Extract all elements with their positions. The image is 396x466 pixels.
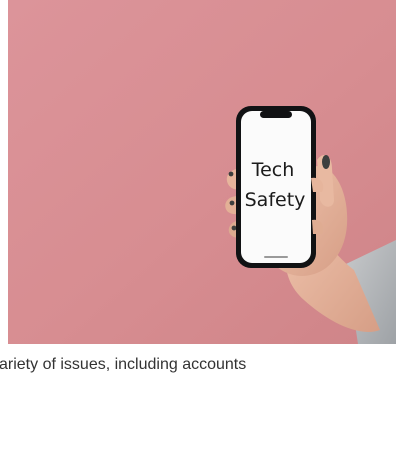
nail-3 <box>231 225 237 231</box>
hero-image: Tech Safety <box>8 0 396 344</box>
article-text-line: variety of issues, including accounts <box>0 353 396 377</box>
phone-text-line2: Safety <box>245 189 306 211</box>
index-nail <box>322 155 330 169</box>
hero-illustration: Tech Safety <box>8 0 396 344</box>
nail-2 <box>229 200 235 206</box>
home-indicator <box>264 256 288 258</box>
page: Tech Safety variety of issues, including… <box>0 0 396 466</box>
phone-notch <box>260 111 292 118</box>
phone-screen <box>241 111 311 263</box>
phone-text-line1: Tech <box>251 159 295 181</box>
nail-1 <box>228 171 234 177</box>
article-text: variety of issues, including accounts <box>0 356 247 373</box>
